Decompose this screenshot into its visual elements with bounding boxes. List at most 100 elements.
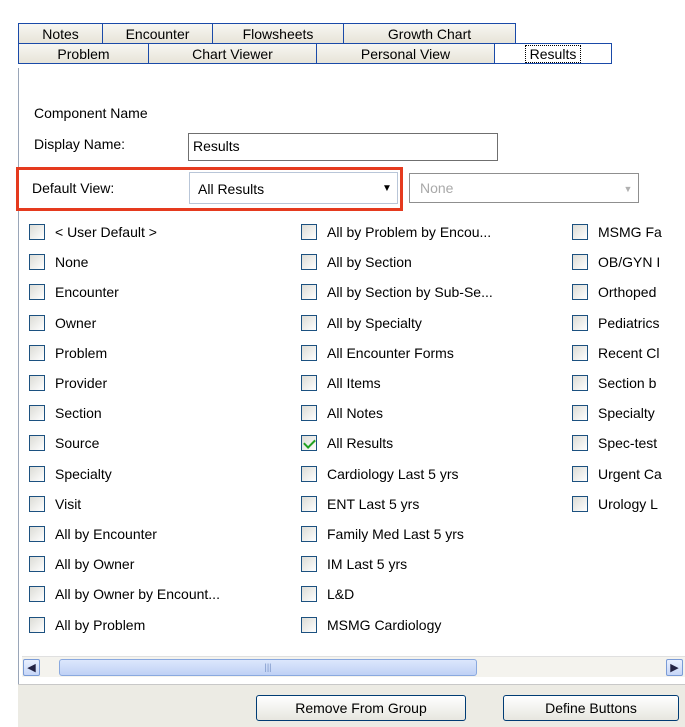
view-option-checkbox[interactable]	[29, 344, 45, 361]
view-option-checkbox[interactable]	[29, 314, 45, 331]
view-option[interactable]: Specialty	[572, 403, 655, 423]
tab-flowsheets[interactable]: Flowsheets	[212, 23, 343, 44]
view-option[interactable]: ENT Last 5 yrs	[301, 494, 419, 514]
display-name-input[interactable]: Results	[188, 133, 498, 161]
view-option[interactable]: Owner	[29, 313, 96, 333]
view-option[interactable]: All Items	[301, 373, 381, 393]
view-option[interactable]: Provider	[29, 373, 107, 393]
view-option-checkbox[interactable]	[29, 556, 45, 573]
view-option-checkbox[interactable]	[572, 254, 588, 271]
view-option-checkbox[interactable]	[301, 405, 317, 422]
tab-personal-view[interactable]: Personal View	[316, 43, 494, 64]
view-option[interactable]: All by Problem	[29, 615, 145, 635]
view-option[interactable]: Section	[29, 403, 102, 423]
view-option-checkbox[interactable]	[29, 435, 45, 452]
view-option-checkbox[interactable]	[301, 375, 317, 391]
view-option[interactable]: OB/GYN I	[572, 252, 660, 272]
view-option[interactable]: Specialty	[29, 464, 112, 484]
remove-from-group-button[interactable]: Remove From Group	[256, 695, 466, 721]
view-option-checkbox[interactable]	[572, 375, 588, 391]
view-option-checkbox[interactable]	[572, 465, 588, 482]
view-option[interactable]: Recent Cl	[572, 343, 659, 363]
view-option-checkbox[interactable]	[29, 495, 45, 512]
tab-row-1: Notes Encounter Flowsheets Growth Chart	[18, 23, 516, 45]
view-option[interactable]: Pediatrics	[572, 313, 659, 333]
view-option-checkbox[interactable]	[301, 254, 317, 271]
view-option[interactable]: Spec-test	[572, 433, 657, 453]
view-option[interactable]: Orthoped	[572, 282, 656, 302]
view-option[interactable]: Encounter	[29, 282, 119, 302]
view-option[interactable]: All by Problem by Encou...	[301, 222, 491, 242]
view-option-checkbox[interactable]	[301, 616, 317, 633]
view-option-checkbox[interactable]	[29, 375, 45, 391]
view-option[interactable]: All Encounter Forms	[301, 343, 454, 363]
view-option[interactable]: Section b	[572, 373, 656, 393]
view-option[interactable]: All Results	[301, 433, 393, 453]
view-option-label: Spec-test	[598, 435, 658, 452]
horizontal-scrollbar[interactable]: ◀ ||| ▶	[22, 656, 685, 677]
view-option[interactable]: IM Last 5 yrs	[301, 554, 407, 574]
tab-growth-chart[interactable]: Growth Chart	[343, 23, 516, 44]
view-option[interactable]: L&D	[301, 584, 354, 604]
view-option-label: Specialty	[598, 405, 655, 422]
view-option-checkbox[interactable]	[301, 495, 317, 512]
view-option-checkbox[interactable]	[29, 465, 45, 482]
view-option-label: ENT Last 5 yrs	[327, 495, 420, 512]
view-option-checkbox[interactable]	[301, 344, 317, 361]
view-option-checkbox[interactable]	[572, 314, 588, 331]
view-option-label: Urgent Ca	[598, 465, 662, 482]
view-option[interactable]: Urology L	[572, 494, 658, 514]
view-option-checkbox[interactable]	[572, 284, 588, 301]
define-buttons-button[interactable]: Define Buttons	[503, 695, 679, 721]
view-option-checkbox[interactable]	[301, 586, 317, 603]
view-option-checkbox[interactable]	[572, 495, 588, 512]
view-option-checkbox[interactable]	[301, 284, 317, 301]
view-option[interactable]: All by Section by Sub-Se...	[301, 282, 493, 302]
view-option-checkbox[interactable]	[29, 526, 45, 542]
view-option-checkbox[interactable]	[301, 224, 317, 240]
view-option-label: Section	[55, 405, 102, 422]
view-option-checkbox[interactable]	[301, 465, 317, 482]
view-option-checkbox[interactable]	[572, 224, 588, 240]
scroll-left-icon[interactable]: ◀	[23, 659, 40, 676]
view-option-checkbox[interactable]	[29, 254, 45, 271]
view-option-checkbox[interactable]	[301, 314, 317, 331]
view-option[interactable]: All Notes	[301, 403, 383, 423]
view-option-checkbox[interactable]	[301, 435, 317, 452]
view-option-checkbox[interactable]	[29, 284, 45, 301]
view-option[interactable]: < User Default >	[29, 222, 157, 242]
view-option-checkbox[interactable]	[29, 586, 45, 603]
view-option-label: L&D	[327, 586, 355, 603]
view-option[interactable]: All by Specialty	[301, 313, 422, 333]
tab-chart-viewer[interactable]: Chart Viewer	[148, 43, 316, 64]
view-option[interactable]: Visit	[29, 494, 81, 514]
tab-encounter[interactable]: Encounter	[102, 23, 212, 44]
view-option-checkbox[interactable]	[301, 526, 317, 542]
view-option[interactable]: None	[29, 252, 88, 272]
view-option-checkbox[interactable]	[29, 224, 45, 240]
view-option[interactable]: Urgent Ca	[572, 464, 662, 484]
secondary-view-select[interactable]: None ▼	[409, 173, 639, 203]
view-option[interactable]: Source	[29, 433, 99, 453]
view-option-checkbox[interactable]	[301, 556, 317, 573]
chevron-down-icon[interactable]: ▼	[619, 175, 637, 201]
view-option[interactable]: Problem	[29, 343, 107, 363]
view-option[interactable]: All by Encounter	[29, 524, 157, 544]
view-option-checkbox[interactable]	[29, 616, 45, 633]
view-option[interactable]: All by Owner by Encount...	[29, 584, 220, 604]
tab-notes[interactable]: Notes	[18, 23, 102, 44]
view-option[interactable]: Cardiology Last 5 yrs	[301, 464, 459, 484]
view-option-checkbox[interactable]	[572, 405, 588, 422]
tab-problem[interactable]: Problem	[18, 43, 148, 64]
view-option[interactable]: MSMG Fa	[572, 222, 662, 242]
view-option[interactable]: All by Section	[301, 252, 412, 272]
view-option[interactable]: MSMG Cardiology	[301, 615, 441, 635]
tab-results[interactable]: Results	[494, 43, 612, 64]
scroll-thumb[interactable]: |||	[59, 659, 477, 676]
view-option-checkbox[interactable]	[572, 435, 588, 452]
scroll-right-icon[interactable]: ▶	[666, 659, 683, 676]
view-option[interactable]: All by Owner	[29, 554, 134, 574]
view-option-checkbox[interactable]	[572, 344, 588, 361]
view-option[interactable]: Family Med Last 5 yrs	[301, 524, 464, 544]
view-option-checkbox[interactable]	[29, 405, 45, 422]
